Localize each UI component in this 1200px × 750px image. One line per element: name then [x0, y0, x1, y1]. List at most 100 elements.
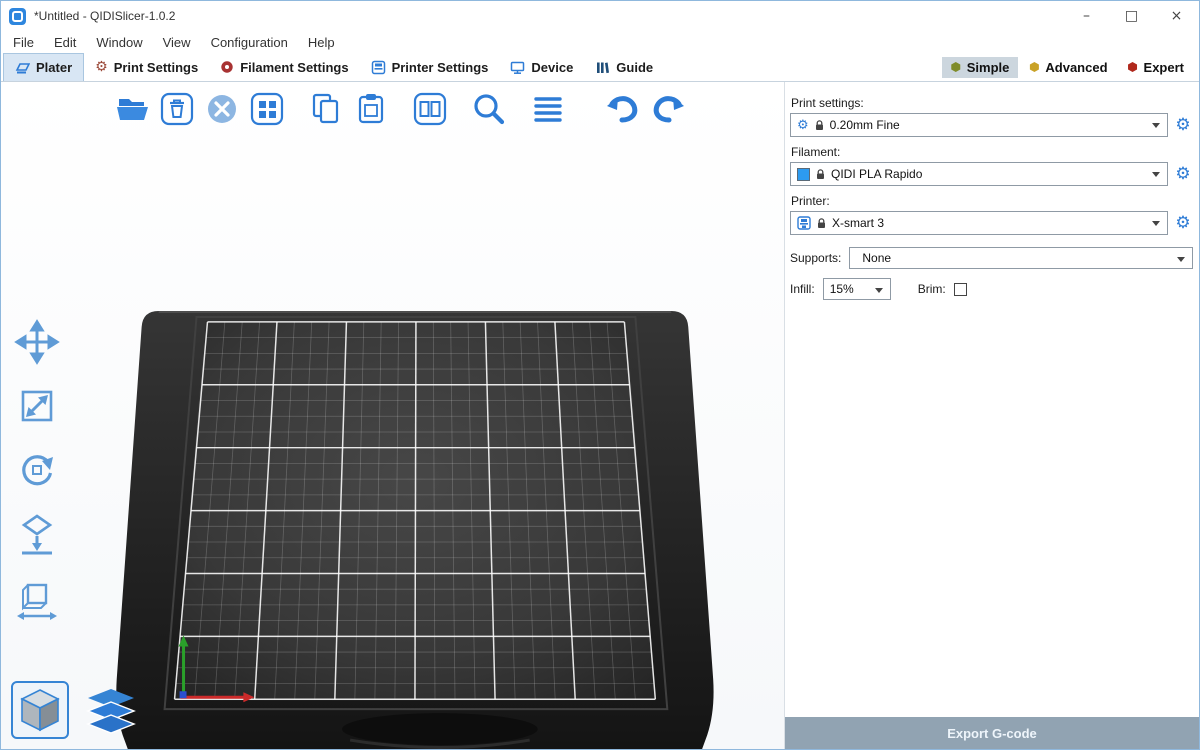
editor-view-button[interactable] [11, 681, 69, 739]
printer-select[interactable]: X-smart 3 [790, 211, 1168, 235]
tab-label: Filament Settings [240, 60, 348, 75]
app-logo-icon [9, 8, 26, 25]
printer-icon [371, 60, 386, 75]
maximize-button[interactable]: □ [1109, 1, 1154, 31]
editor-view-icon [18, 687, 62, 733]
menu-file[interactable]: File [3, 33, 44, 52]
move-button[interactable] [13, 318, 61, 366]
redo-button[interactable] [649, 90, 687, 128]
filament-icon [220, 60, 234, 74]
menu-edit[interactable]: Edit [44, 33, 86, 52]
layers-list-button[interactable] [529, 90, 567, 128]
print-settings-select[interactable]: ⚙ 0.20mm Fine [790, 113, 1168, 137]
brim-checkbox[interactable] [954, 283, 967, 296]
menu-window[interactable]: Window [86, 33, 152, 52]
printer-gear-button[interactable]: ⚙ [1173, 215, 1193, 232]
tab-label: Device [531, 60, 573, 75]
search-icon [470, 90, 508, 128]
plater-toolbar [113, 90, 694, 128]
delete-icon [158, 90, 196, 128]
device-icon [510, 60, 525, 75]
menu-view[interactable]: View [153, 33, 201, 52]
paste-button[interactable] [352, 90, 390, 128]
tab-bar: Plater ⚙ Print Settings Filament Setting… [1, 53, 1199, 82]
paste-icon [352, 90, 390, 128]
tab-filament-settings[interactable]: Filament Settings [209, 53, 359, 81]
filament-value: QIDI PLA Rapido [831, 167, 922, 181]
tab-print-settings[interactable]: ⚙ Print Settings [84, 53, 209, 81]
menu-configuration[interactable]: Configuration [201, 33, 298, 52]
mode-switcher: Simple Advanced Expert [942, 53, 1199, 81]
preview-view-icon [84, 687, 138, 735]
simple-mode-dot-icon [951, 62, 961, 72]
tab-guide[interactable]: Guide [584, 53, 664, 81]
lock-icon [815, 120, 824, 131]
copy-icon [307, 90, 345, 128]
delete-all-button[interactable] [203, 90, 241, 128]
rotate-button[interactable] [13, 446, 61, 494]
preview-view-button[interactable] [83, 683, 139, 739]
export-gcode-button[interactable]: Export G-code [785, 717, 1199, 749]
place-on-face-button[interactable] [13, 510, 61, 558]
gear-icon: ⚙ [95, 60, 108, 74]
tab-plater[interactable]: Plater [3, 53, 84, 81]
mode-expert[interactable]: Expert [1119, 57, 1193, 78]
printer-value: X-smart 3 [832, 216, 884, 230]
tab-device[interactable]: Device [499, 53, 584, 81]
viewport-3d[interactable] [1, 82, 784, 749]
scale-to-fit-button[interactable] [13, 574, 61, 622]
window-title: *Untitled - QIDISlicer-1.0.2 [34, 9, 175, 23]
mode-label: Advanced [1045, 60, 1107, 75]
title-bar: *Untitled - QIDISlicer-1.0.2 – □ × [1, 1, 1199, 31]
supports-value: None [862, 251, 891, 265]
search-button[interactable] [470, 90, 508, 128]
mode-simple[interactable]: Simple [942, 57, 1019, 78]
menu-help[interactable]: Help [298, 33, 345, 52]
print-settings-label: Print settings: [791, 96, 1193, 110]
tab-printer-settings[interactable]: Printer Settings [360, 53, 500, 81]
preset-gear-icon: ⚙ [797, 119, 809, 132]
undo-icon [604, 90, 642, 128]
gizmo-toolbar [13, 318, 61, 622]
mode-advanced[interactable]: Advanced [1020, 57, 1116, 78]
view-switcher [11, 681, 139, 739]
rotate-icon [14, 447, 60, 493]
advanced-mode-dot-icon [1029, 62, 1039, 72]
print-settings-gear-button[interactable]: ⚙ [1173, 117, 1193, 134]
open-file-button[interactable] [113, 90, 151, 128]
window-controls: – □ × [1064, 1, 1199, 31]
infill-select[interactable]: 15% [823, 278, 891, 300]
filament-gear-button[interactable]: ⚙ [1173, 166, 1193, 183]
delete-button[interactable] [158, 90, 196, 128]
brim-label: Brim: [918, 282, 946, 296]
filament-label: Filament: [791, 145, 1193, 159]
plater-icon [15, 60, 30, 75]
arrange-button[interactable] [248, 90, 286, 128]
scale-to-fit-icon [14, 575, 60, 621]
supports-select[interactable]: None [849, 247, 1193, 269]
minimize-button[interactable]: – [1064, 1, 1109, 31]
settings-sidebar: Print settings: ⚙ 0.20mm Fine ⚙ Filament… [784, 82, 1199, 749]
filament-select[interactable]: QIDI PLA Rapido [790, 162, 1168, 186]
print-bed-render [1, 82, 784, 749]
expert-mode-dot-icon [1128, 62, 1138, 72]
mode-label: Expert [1144, 60, 1184, 75]
filament-color-swatch [797, 168, 810, 181]
redo-icon [649, 90, 687, 128]
tab-label: Print Settings [114, 60, 199, 75]
mode-label: Simple [967, 60, 1010, 75]
close-button[interactable]: × [1154, 1, 1199, 31]
guide-icon [595, 60, 610, 75]
infill-label: Infill: [790, 282, 815, 296]
split-button[interactable] [411, 90, 449, 128]
scale-button[interactable] [13, 382, 61, 430]
copy-button[interactable] [307, 90, 345, 128]
lock-icon [817, 218, 826, 229]
infill-value: 15% [830, 282, 854, 296]
print-settings-value: 0.20mm Fine [830, 118, 900, 132]
delete-all-icon [203, 90, 241, 128]
undo-button[interactable] [604, 90, 642, 128]
split-icon [411, 90, 449, 128]
arrange-icon [248, 90, 286, 128]
printer-label: Printer: [791, 194, 1193, 208]
